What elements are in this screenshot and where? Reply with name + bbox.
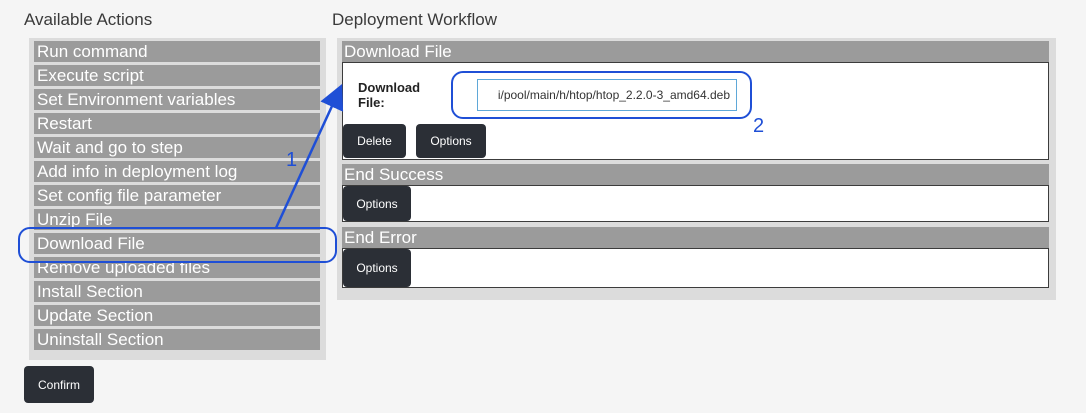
step-end-error-header[interactable]: End Error — [342, 227, 1049, 248]
available-actions-panel: Run command Execute script Set Environme… — [29, 38, 326, 360]
deployment-workflow-heading: Deployment Workflow — [332, 10, 498, 29]
annotation-label-1: 1 — [286, 149, 298, 171]
deployment-workflow-panel: Download File Download File: Delete Opti… — [337, 38, 1056, 300]
step-end-error-body: Options — [342, 248, 1049, 288]
action-download-file[interactable]: Download File — [34, 233, 320, 254]
action-uninstall-section[interactable]: Uninstall Section — [34, 329, 320, 350]
delete-button[interactable]: Delete — [343, 124, 406, 158]
action-execute-script[interactable]: Execute script — [34, 65, 320, 86]
action-install-section[interactable]: Install Section — [34, 281, 320, 302]
action-list: Run command Execute script Set Environme… — [34, 41, 320, 353]
action-restart[interactable]: Restart — [34, 113, 320, 134]
end-success-options-button[interactable]: Options — [343, 186, 411, 221]
annotation-label-2: 2 — [753, 115, 765, 137]
step-end-success-header[interactable]: End Success — [342, 164, 1049, 185]
action-wait-and-go-to-step[interactable]: Wait and go to step — [34, 137, 320, 158]
action-set-config-file-parameter[interactable]: Set config file parameter — [34, 185, 320, 206]
step-download-file-body: Download File: Delete Options — [342, 62, 1049, 160]
confirm-button[interactable]: Confirm — [24, 366, 94, 403]
end-error-options-button[interactable]: Options — [343, 249, 411, 287]
action-set-environment-variables[interactable]: Set Environment variables — [34, 89, 320, 110]
action-update-section[interactable]: Update Section — [34, 305, 320, 326]
available-actions-heading: Available Actions — [24, 10, 153, 29]
action-run-command[interactable]: Run command — [34, 41, 320, 62]
action-add-info-in-deployment-log[interactable]: Add info in deployment log — [34, 161, 320, 182]
step-download-file-header[interactable]: Download File — [342, 41, 1049, 62]
download-file-options-button[interactable]: Options — [416, 124, 486, 158]
download-file-input[interactable] — [477, 79, 737, 111]
action-unzip-file[interactable]: Unzip File — [34, 209, 320, 230]
action-remove-uploaded-files[interactable]: Remove uploaded files — [34, 257, 320, 278]
download-file-label: Download File: — [358, 80, 421, 110]
step-end-success-body: Options — [342, 185, 1049, 222]
